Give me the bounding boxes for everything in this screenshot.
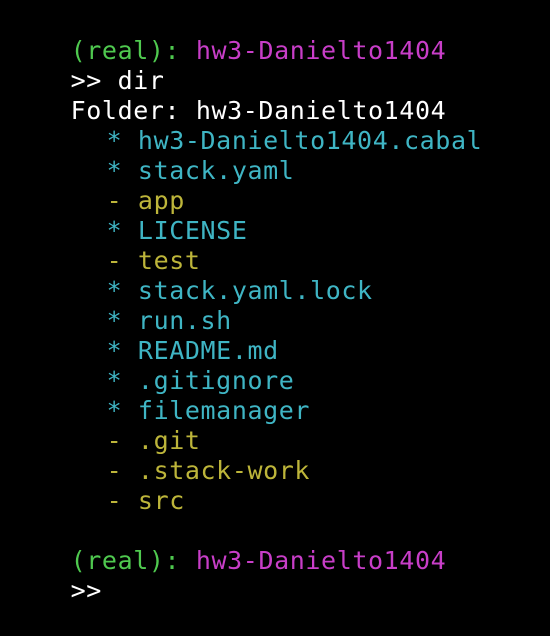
file-marker: *	[106, 126, 123, 155]
folder-entry-name: app	[137, 186, 185, 215]
env-name: real	[86, 36, 149, 65]
file-marker: *	[106, 216, 123, 245]
file-marker: *	[106, 336, 123, 365]
prompt-line: (real): hw3-Danielto1404	[8, 516, 550, 575]
folder-marker: -	[106, 486, 123, 515]
file-name: stack.yaml.lock	[137, 276, 373, 305]
file-name: .gitignore	[137, 366, 295, 395]
env-close-paren: ):	[148, 36, 181, 65]
folder-marker: -	[106, 456, 123, 485]
command-text: dir	[117, 66, 165, 95]
folder-entry-name: src	[137, 486, 185, 515]
file-marker: *	[106, 156, 123, 185]
current-directory: hw3-Danielto1404	[195, 546, 447, 575]
folder-entry-name: .git	[137, 426, 201, 455]
prompt-line: (real): hw3-Danielto1404	[8, 6, 550, 65]
input-prompt: >>	[70, 576, 102, 605]
env-close-paren: ):	[148, 546, 181, 575]
file-name: hw3-Danielto1404.cabal	[137, 126, 483, 155]
folder-marker: -	[106, 246, 123, 275]
command-prompt: >>	[70, 66, 102, 95]
folder-label: Folder:	[70, 96, 181, 125]
folder-entry-name: test	[137, 246, 201, 275]
terminal-window[interactable]: (real): hw3-Danielto1404 >> dir Folder: …	[0, 0, 550, 605]
file-name: README.md	[137, 336, 279, 365]
folder-entry-name: .stack-work	[137, 456, 311, 485]
file-marker: *	[106, 276, 123, 305]
file-name: stack.yaml	[137, 156, 295, 185]
file-marker: *	[106, 306, 123, 335]
folder-marker: -	[106, 186, 123, 215]
folder-marker: -	[106, 426, 123, 455]
env-open-paren: (	[70, 546, 87, 575]
env-name: real	[86, 546, 149, 575]
folder-name: hw3-Danielto1404	[195, 96, 447, 125]
file-name: run.sh	[137, 306, 232, 335]
file-name: LICENSE	[137, 216, 248, 245]
file-marker: *	[106, 396, 123, 425]
file-name: filemanager	[137, 396, 311, 425]
file-marker: *	[106, 366, 123, 395]
current-directory: hw3-Danielto1404	[195, 36, 447, 65]
env-open-paren: (	[70, 36, 87, 65]
